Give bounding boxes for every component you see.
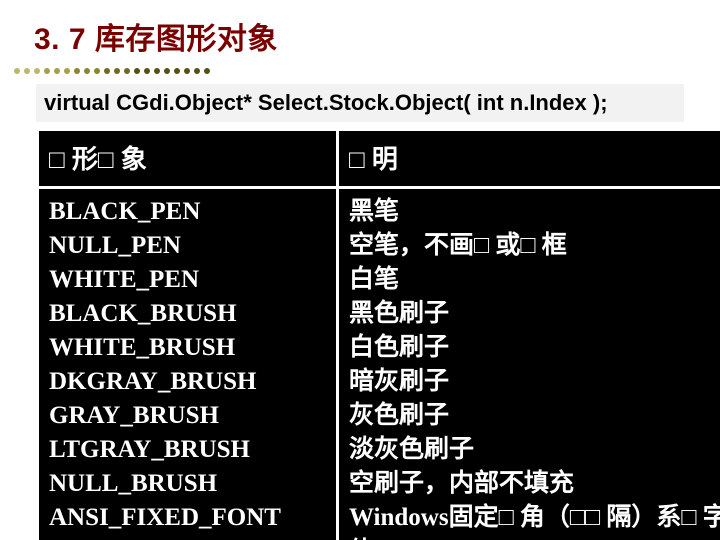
decorative-dots: [14, 68, 720, 78]
cell-descs: 黑笔 空笔，不画□ 或□ 框 白笔 黑色刷子 白色刷子 暗灰刷子 灰色刷子 淡灰…: [338, 188, 720, 540]
page-title: 3. 7 库存图形对象: [0, 14, 720, 58]
cell-names: BLACK_PEN NULL_PEN WHITE_PEN BLACK_BRUSH…: [38, 188, 338, 540]
function-signature: virtual CGdi.Object* Select.Stock.Object…: [36, 84, 684, 122]
slide: 3. 7 库存图形对象 virtual CGdi.Object* Select.…: [0, 0, 720, 540]
table-header-row: □ 形□ 象 □ 明: [38, 130, 720, 188]
stock-object-table: □ 形□ 象 □ 明 BLACK_PEN NULL_PEN WHITE_PEN …: [36, 128, 720, 540]
col-header-object: □ 形□ 象: [38, 130, 338, 188]
table-row: BLACK_PEN NULL_PEN WHITE_PEN BLACK_BRUSH…: [38, 188, 720, 540]
col-header-desc: □ 明: [338, 130, 720, 188]
signature-text: virtual CGdi.Object* Select.Stock.Object…: [44, 90, 608, 115]
table-wrap: □ 形□ 象 □ 明 BLACK_PEN NULL_PEN WHITE_PEN …: [36, 128, 720, 540]
